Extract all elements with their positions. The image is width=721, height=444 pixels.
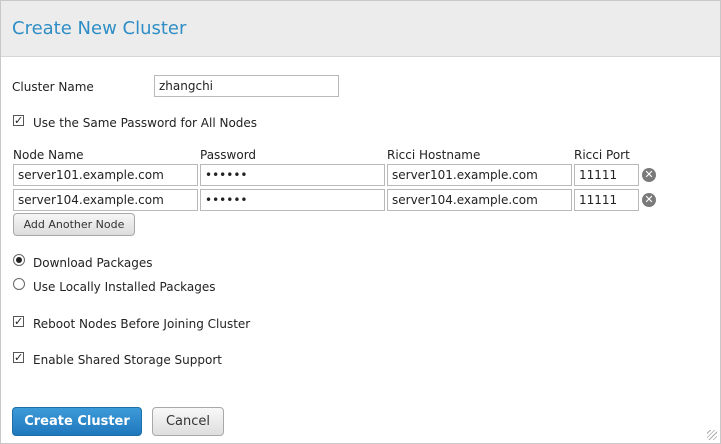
download-packages-radio[interactable] [13, 254, 25, 266]
shared-storage-label: Enable Shared Storage Support [33, 353, 222, 367]
add-another-node-button[interactable]: Add Another Node [13, 213, 135, 236]
same-password-label: Use the Same Password for All Nodes [33, 116, 258, 130]
local-packages-label: Use Locally Installed Packages [33, 280, 216, 294]
column-header-password: Password [200, 148, 257, 162]
ricci-port-input[interactable] [574, 164, 639, 186]
dialog-title: Create New Cluster [12, 18, 187, 39]
node-name-input[interactable] [13, 189, 198, 211]
shared-storage-checkbox[interactable]: ✓ [13, 352, 24, 363]
node-name-input[interactable] [13, 164, 198, 186]
column-header-node-name: Node Name [13, 148, 84, 162]
column-header-ricci-hostname: Ricci Hostname [387, 148, 481, 162]
download-packages-label: Download Packages [33, 256, 153, 270]
reboot-nodes-label: Reboot Nodes Before Joining Cluster [33, 317, 251, 331]
remove-circle-icon[interactable]: ✕ [642, 168, 656, 182]
reboot-nodes-checkbox[interactable]: ✓ [13, 316, 24, 327]
dialog-header: Create New Cluster [1, 1, 720, 57]
local-packages-radio[interactable] [13, 278, 25, 290]
node-password-input[interactable] [200, 189, 385, 211]
cluster-name-input[interactable] [154, 75, 339, 97]
node-password-input[interactable] [200, 164, 385, 186]
cluster-name-label: Cluster Name [12, 80, 94, 94]
create-cluster-button[interactable]: Create Cluster [12, 407, 142, 436]
ricci-hostname-input[interactable] [387, 164, 572, 186]
cancel-button[interactable]: Cancel [152, 407, 224, 436]
ricci-port-input[interactable] [574, 189, 639, 211]
create-cluster-dialog: Create New Cluster Cluster Name ✓ Use th… [0, 0, 721, 444]
remove-circle-icon[interactable]: ✕ [642, 193, 656, 207]
column-header-ricci-port: Ricci Port [574, 148, 630, 162]
resize-grip-icon[interactable] [707, 430, 717, 440]
same-password-checkbox[interactable]: ✓ [13, 115, 24, 126]
ricci-hostname-input[interactable] [387, 189, 572, 211]
